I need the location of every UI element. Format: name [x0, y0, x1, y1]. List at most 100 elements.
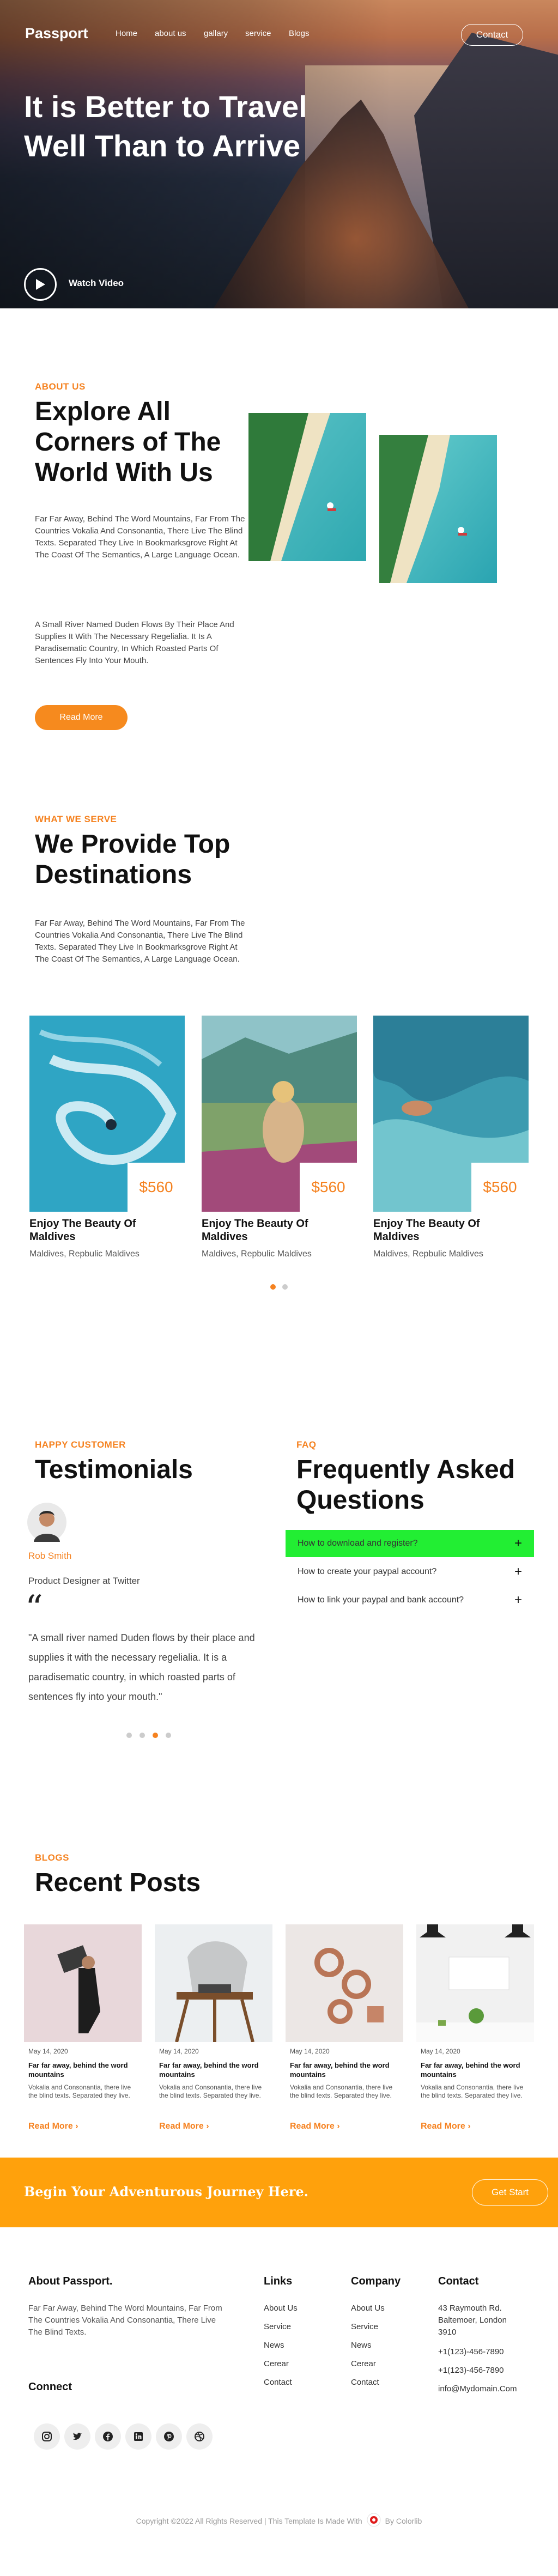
- about-beach-image-2: [379, 435, 497, 583]
- price-badge: $560: [300, 1163, 357, 1212]
- plus-icon: +: [514, 1536, 522, 1551]
- destination-card[interactable]: $560: [202, 1016, 357, 1212]
- carousel-dot[interactable]: [282, 1284, 288, 1290]
- footer-link-career[interactable]: Cerear: [264, 2359, 289, 2368]
- chevron-right-icon: ›: [75, 2122, 78, 2131]
- footer-phone-1[interactable]: +1(123)-456-7890: [438, 2347, 504, 2356]
- post-image[interactable]: [416, 1924, 534, 2042]
- post-excerpt: Vokalia and Consonantia, there live the …: [290, 2083, 393, 2099]
- about-eyebrow: ABOUT US: [35, 381, 86, 392]
- footer-link-contact[interactable]: Contact: [264, 2378, 292, 2387]
- footer-links-title: Links: [264, 2275, 293, 2287]
- destination-card[interactable]: $560: [29, 1016, 185, 1212]
- post-excerpt: Vokalia and Consonantia, there live the …: [421, 2083, 524, 2099]
- colorlib-link[interactable]: By Colorlib: [385, 2517, 422, 2525]
- footer-company-about[interactable]: About Us: [351, 2304, 385, 2313]
- destination-title[interactable]: Enjoy The Beauty Of Maldives: [373, 1217, 529, 1243]
- plus-icon: +: [514, 1593, 522, 1607]
- footer-email[interactable]: info@Mydomain.Com: [438, 2384, 517, 2393]
- faq-question: How to download and register?: [298, 1539, 418, 1548]
- play-video-button[interactable]: [24, 268, 57, 301]
- testimonials-title: Testimonials: [35, 1455, 193, 1484]
- serve-title: We Provide Top Destinations: [35, 830, 231, 889]
- post-read-more-link[interactable]: Read More ›: [28, 2122, 78, 2131]
- twitter-icon[interactable]: [64, 2423, 90, 2450]
- footer-company-news[interactable]: News: [351, 2341, 372, 2350]
- nav-contact-button[interactable]: Contact: [461, 24, 523, 46]
- post-excerpt: Vokalia and Consonantia, there live the …: [28, 2083, 131, 2099]
- get-start-button[interactable]: Get Start: [472, 2179, 548, 2206]
- copyright-bar: Copyright ©2022 All Rights Reserved | Th…: [0, 2513, 558, 2529]
- footer-link-service[interactable]: Service: [264, 2322, 291, 2331]
- footer-company-title: Company: [351, 2275, 401, 2287]
- carousel-dot[interactable]: [140, 1733, 145, 1738]
- footer-link-about[interactable]: About Us: [264, 2304, 298, 2313]
- faq-item[interactable]: How to create your paypal account? +: [286, 1558, 534, 1585]
- post-title[interactable]: Far far away, behind the word mountains: [421, 2061, 530, 2079]
- chevron-right-icon: ›: [468, 2122, 471, 2131]
- linkedin-icon[interactable]: [125, 2423, 151, 2450]
- destination-title[interactable]: Enjoy The Beauty Of Maldives: [202, 1217, 357, 1243]
- plus-icon: +: [514, 1564, 522, 1579]
- nav-link-home[interactable]: Home: [116, 29, 137, 38]
- post-read-more-link[interactable]: Read More ›: [290, 2122, 340, 2131]
- facebook-icon[interactable]: [95, 2423, 121, 2450]
- post-image[interactable]: [155, 1924, 272, 2042]
- about-read-more-button[interactable]: Read More: [35, 705, 128, 730]
- post-image[interactable]: [286, 1924, 403, 2042]
- read-more-label: Read More: [421, 2122, 465, 2131]
- carousel-dot-active[interactable]: [270, 1284, 276, 1290]
- post-image[interactable]: [24, 1924, 142, 2042]
- footer-about-text: Far Far Away, Behind The Word Mountains,…: [28, 2304, 222, 2337]
- footer-company-service[interactable]: Service: [351, 2322, 378, 2331]
- testimonial-quote: "A small river named Duden flows by thei…: [28, 1632, 255, 1702]
- footer-link-news[interactable]: News: [264, 2341, 284, 2350]
- cta-text: Begin Your Adventurous Journey Here.: [24, 2184, 309, 2200]
- heart-icon: [367, 2513, 381, 2529]
- site-logo[interactable]: Passport: [25, 25, 88, 42]
- post-title[interactable]: Far far away, behind the word mountains: [290, 2061, 399, 2079]
- price-badge: $560: [471, 1163, 529, 1212]
- pinterest-icon[interactable]: [156, 2423, 182, 2450]
- post-read-more-link[interactable]: Read More ›: [159, 2122, 209, 2131]
- dribbble-icon[interactable]: [186, 2423, 213, 2450]
- footer-company-career[interactable]: Cerear: [351, 2359, 376, 2368]
- post-date: May 14, 2020: [28, 2048, 68, 2055]
- post-title[interactable]: Far far away, behind the word mountains: [28, 2061, 137, 2079]
- watch-video-label[interactable]: Watch Video: [69, 278, 124, 289]
- chevron-right-icon: ›: [337, 2122, 340, 2131]
- destination-location: Maldives, Repbulic Maldives: [29, 1249, 140, 1259]
- about-paragraph-2: A Small River Named Duden Flows By Their…: [35, 620, 234, 665]
- carousel-dot-active[interactable]: [153, 1733, 158, 1738]
- about-title: Explore All Corners of The World With Us: [35, 397, 221, 487]
- footer-company-contact[interactable]: Contact: [351, 2378, 379, 2387]
- faq-eyebrow: FAQ: [296, 1439, 317, 1450]
- play-icon: [36, 279, 45, 290]
- nav-link-about[interactable]: about us: [155, 29, 186, 38]
- faq-question: How to create your paypal account?: [298, 1567, 437, 1576]
- carousel-dot[interactable]: [126, 1733, 132, 1738]
- hero-title: It is Better to Travel Well Than to Arri…: [24, 89, 307, 163]
- post-title[interactable]: Far far away, behind the word mountains: [159, 2061, 268, 2079]
- nav-link-blogs[interactable]: Blogs: [289, 29, 310, 38]
- post-date: May 14, 2020: [159, 2048, 199, 2055]
- serve-eyebrow: WHAT WE SERVE: [35, 814, 117, 824]
- faq-item-active[interactable]: How to download and register? +: [286, 1530, 534, 1557]
- post-excerpt: Vokalia and Consonantia, there live the …: [159, 2083, 262, 2099]
- blog-title: Recent Posts: [35, 1868, 201, 1897]
- destination-title[interactable]: Enjoy The Beauty Of Maldives: [29, 1217, 185, 1243]
- cta-banner: Begin Your Adventurous Journey Here. Get…: [0, 2158, 558, 2227]
- testimonials-eyebrow: HAPPY CUSTOMER: [35, 1439, 126, 1450]
- testimonial-role: Product Designer at Twitter: [28, 1576, 140, 1586]
- nav-link-gallery[interactable]: gallary: [204, 29, 228, 38]
- faq-item[interactable]: How to link your paypal and bank account…: [286, 1587, 534, 1614]
- nav-link-service[interactable]: service: [245, 29, 271, 38]
- footer-phone-2[interactable]: +1(123)-456-7890: [438, 2366, 504, 2375]
- instagram-icon[interactable]: [34, 2423, 60, 2450]
- read-more-label: Read More: [159, 2122, 204, 2131]
- avatar: [27, 1503, 66, 1542]
- destination-location: Maldives, Repbulic Maldives: [202, 1249, 312, 1259]
- post-read-more-link[interactable]: Read More ›: [421, 2122, 471, 2131]
- carousel-dot[interactable]: [166, 1733, 171, 1738]
- destination-card[interactable]: $560: [373, 1016, 529, 1212]
